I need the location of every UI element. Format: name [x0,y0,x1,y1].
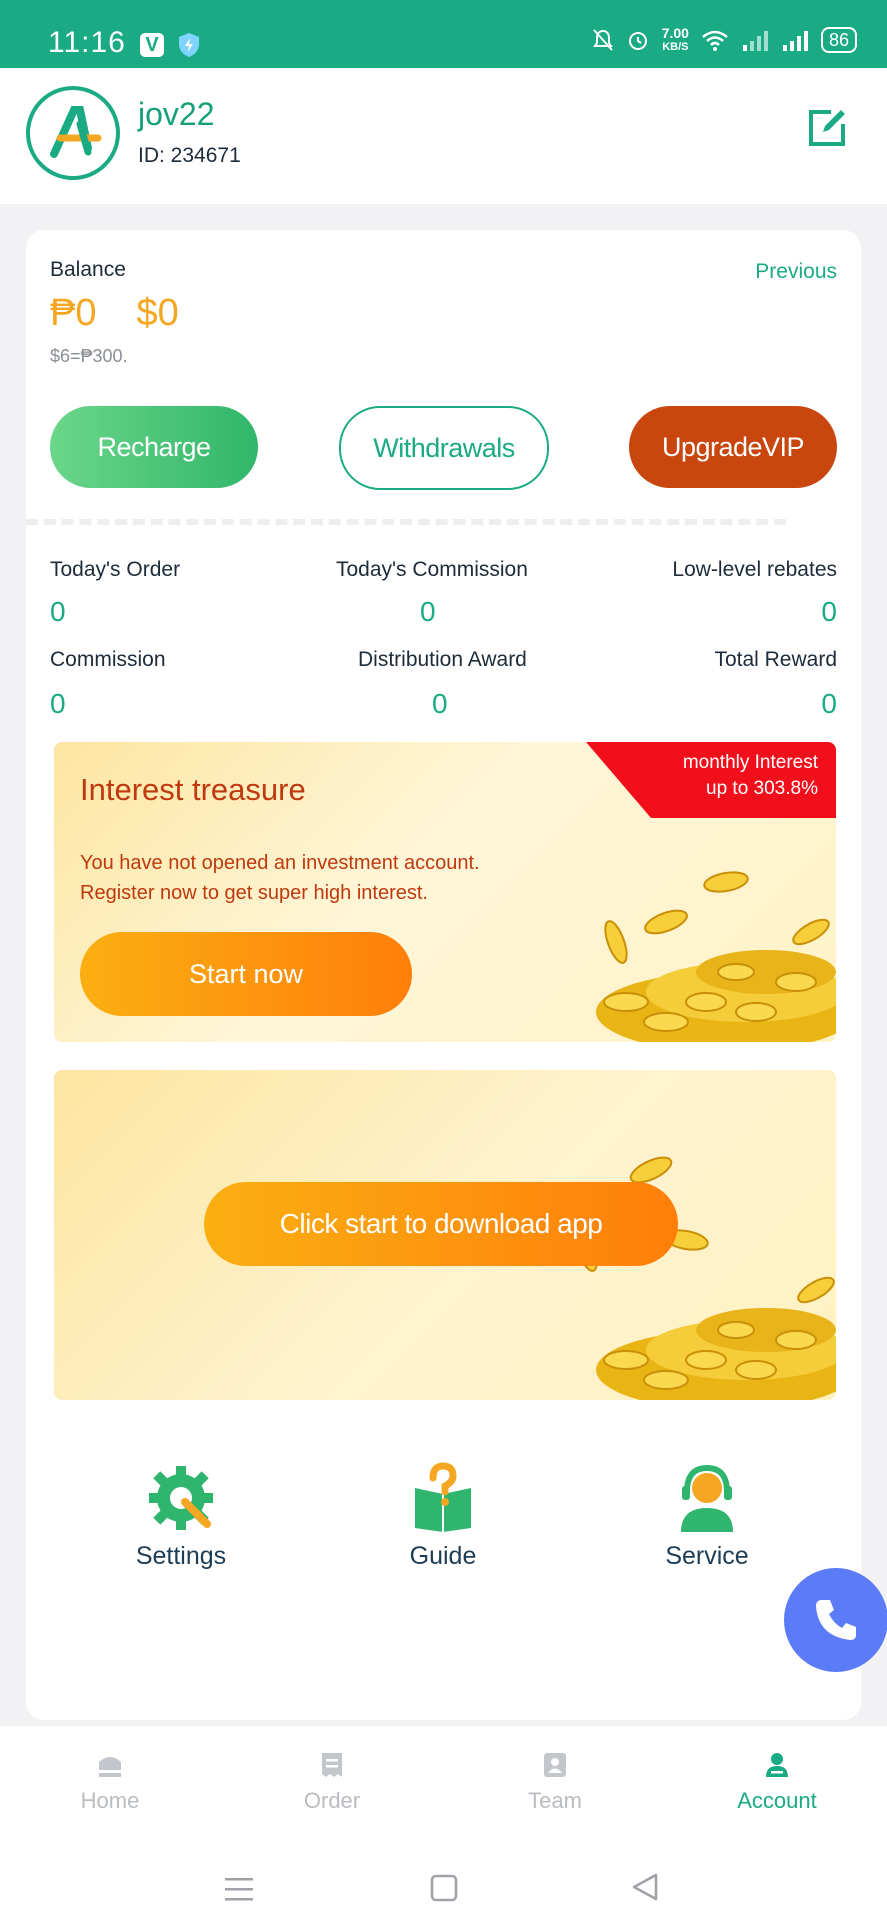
team-icon [544,1753,566,1777]
settings-icon [149,1466,213,1530]
back-icon[interactable] [630,1872,660,1902]
net-speed: 7.00 KB/S [662,26,689,54]
stat-value-low-level-rebates: 0 [821,596,837,627]
account-icon [766,1753,788,1777]
gold-coins-image [574,1156,836,1400]
alarm-icon [628,32,647,50]
guide-shortcut[interactable]: Guide [363,1462,523,1571]
stat-label-commission: Commission [50,648,166,671]
nav-account[interactable]: Account [707,1750,847,1814]
nav-order-label: Order [303,1788,361,1813]
profile-header: jov22 ID: 234671 [0,68,887,204]
username: jov22 [138,96,215,132]
interest-title: Interest treasure [80,772,306,807]
stat-label-distribution-award: Distribution Award [358,648,527,671]
interest-tag-line1: monthly Interest [682,752,818,773]
bottom-navigation: Home Order Team Account [0,1726,887,1856]
stat-value-todays-commission: 0 [420,596,436,627]
divider [26,519,786,525]
balance-label: Balance [50,258,126,281]
stat-label-total-reward: Total Reward [714,648,837,671]
start-now-button[interactable]: Start now [80,932,412,1016]
guide-label: Guide [409,1542,477,1570]
recharge-button[interactable]: Recharge [50,406,258,488]
nav-home[interactable]: Home [40,1750,180,1814]
customer-service-icon [681,1464,733,1532]
previous-link[interactable]: Previous [755,260,837,284]
settings-shortcut[interactable]: Settings [101,1462,261,1571]
avatar[interactable] [26,86,120,180]
order-icon [322,1753,342,1777]
exchange-rate: $6=₱300. [50,346,128,366]
stat-value-distribution-award: 0 [432,688,448,719]
nav-home-label: Home [80,1788,140,1813]
app-logo-icon [50,106,102,158]
account-card: Balance Previous ₱0 $0 $6=₱300. Recharge… [26,230,861,1720]
interest-tag-line2: up to 303.8% [706,778,818,799]
balance-dollar: $0 [136,292,179,334]
home-square-icon[interactable] [430,1874,458,1902]
stat-label-todays-commission: Today's Commission [336,558,528,581]
stat-value-total-reward: 0 [821,688,837,719]
interest-description: You have not opened an investment accoun… [80,848,480,908]
guide-icon [415,1462,471,1532]
stat-value-todays-order: 0 [50,596,66,627]
menu-icon[interactable] [224,1876,254,1902]
status-time: 11:16 [48,26,126,59]
net-speed-unit: KB/S [662,41,689,53]
wifi-icon [702,30,728,51]
edit-icon[interactable] [805,106,849,150]
service-label: Service [665,1542,749,1570]
battery-level: 86 [820,27,857,53]
home-icon [99,1757,121,1777]
balance-peso: ₱0 [50,292,97,334]
user-id: ID: 234671 [138,144,241,167]
call-button[interactable] [784,1568,887,1672]
interest-desc-line1: You have not opened an investment accoun… [80,852,480,874]
download-app-banner[interactable]: Click start to download app [54,1070,836,1400]
download-app-button[interactable]: Click start to download app [204,1182,678,1266]
upgrade-vip-button[interactable]: UpgradeVIP [629,406,837,488]
shield-icon [179,33,199,57]
signal-icon-2 [782,31,808,51]
nav-team-label: Team [528,1788,582,1813]
phone-icon [816,1600,856,1640]
gold-coins-image [596,871,836,1042]
app-notification-icon: V [140,33,164,57]
status-bar: 11:16 V 7.00 KB/S 86 [0,0,887,68]
interest-treasure-banner[interactable]: monthly Interest up to 303.8% Interest t… [54,742,836,1042]
nav-team[interactable]: Team [485,1750,625,1814]
stat-label-todays-order: Today's Order [50,558,181,581]
balance-values: ₱0 $0 [50,292,179,335]
net-speed-value: 7.00 [661,25,689,41]
interest-desc-line2: Register now to get super high interest. [80,882,428,904]
mute-icon [592,29,613,51]
signal-icon [742,31,768,51]
system-navigation-bar [0,1856,887,1920]
stat-label-low-level-rebates: Low-level rebates [672,558,837,581]
withdrawals-button[interactable]: Withdrawals [339,406,549,490]
stat-value-commission: 0 [50,688,66,719]
service-shortcut[interactable]: Service [627,1462,787,1571]
settings-label: Settings [135,1542,227,1570]
nav-order[interactable]: Order [262,1750,402,1814]
nav-account-label: Account [737,1788,817,1813]
